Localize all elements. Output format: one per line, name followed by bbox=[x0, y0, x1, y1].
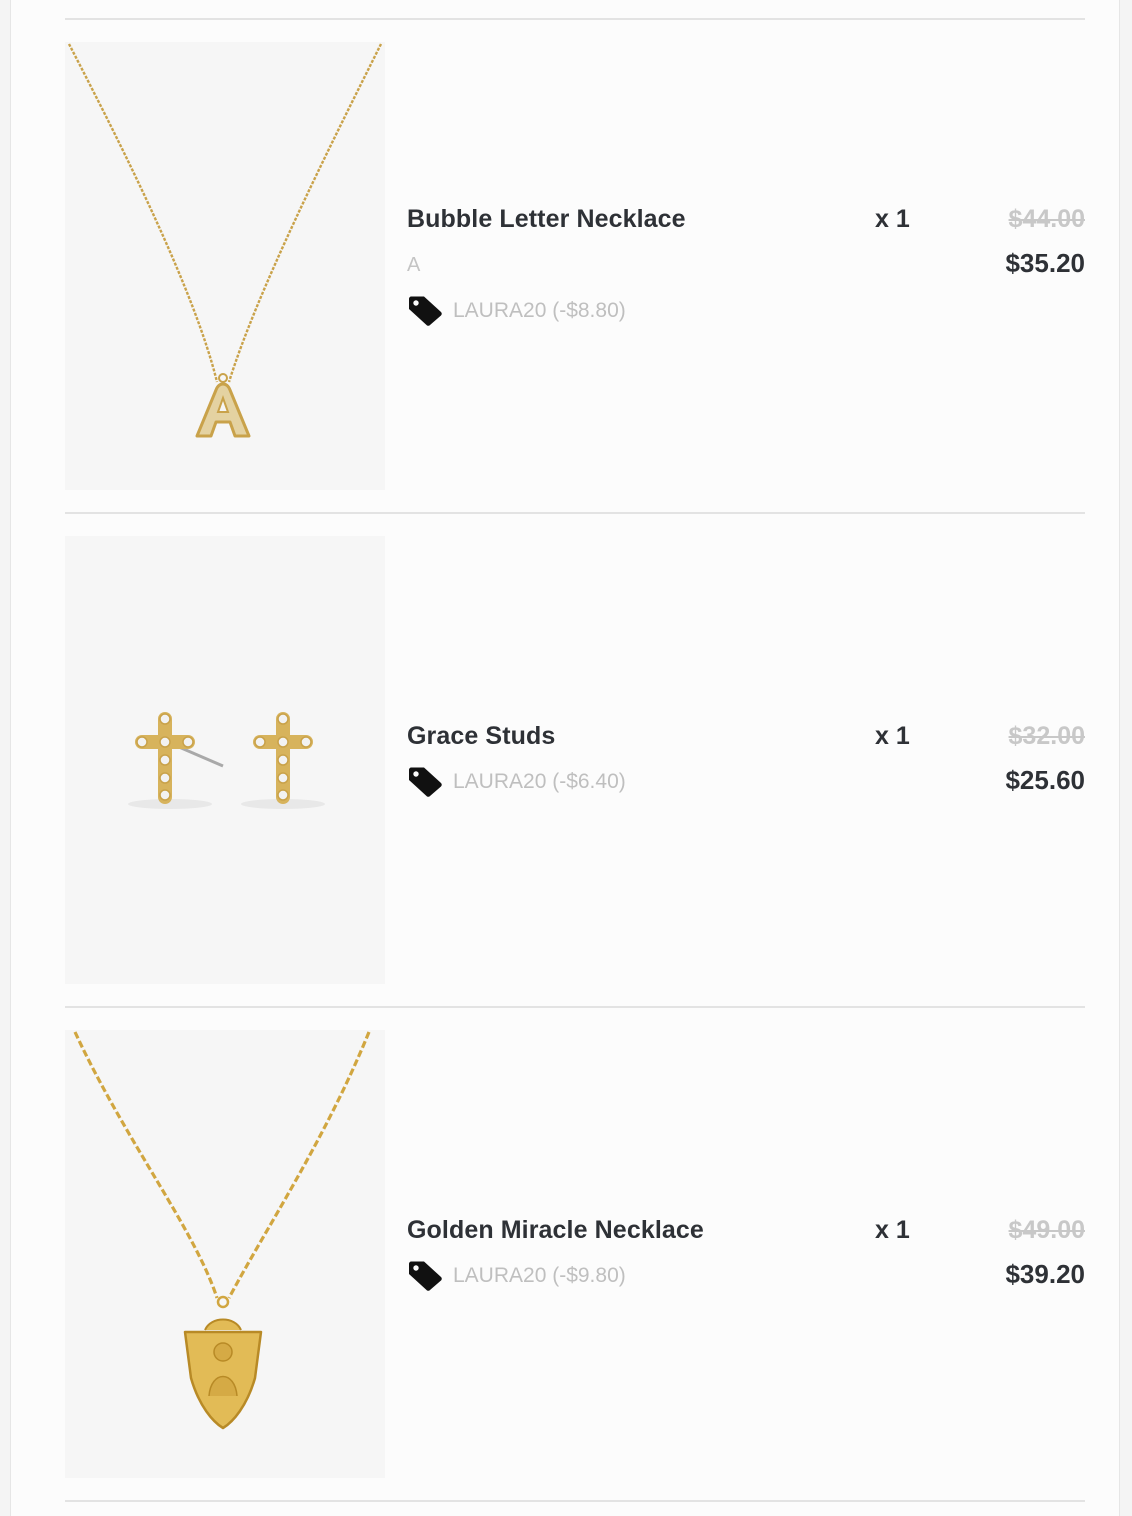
bubble-letter-necklace-image bbox=[67, 43, 383, 438]
divider bbox=[65, 1500, 1085, 1502]
discount-row: LAURA20 (-$8.80) bbox=[407, 295, 626, 327]
discount-code: LAURA20 (-$9.80) bbox=[453, 1264, 626, 1287]
discounted-price: $39.20 bbox=[1005, 1259, 1085, 1289]
original-price: $49.00 bbox=[1008, 1216, 1085, 1244]
golden-miracle-necklace-image bbox=[73, 1031, 371, 1430]
original-price: $44.00 bbox=[1008, 205, 1085, 233]
product-image[interactable] bbox=[65, 536, 385, 984]
product-image[interactable] bbox=[65, 42, 385, 490]
cart-item: Bubble Letter Necklace A LAURA20 (-$8.80… bbox=[65, 42, 1085, 490]
product-name[interactable]: Golden Miracle Necklace bbox=[407, 1216, 704, 1245]
divider bbox=[65, 512, 1085, 514]
cart-item: Golden Miracle Necklace LAURA20 (-$9.80)… bbox=[65, 1030, 1085, 1478]
tag-icon bbox=[407, 1260, 443, 1292]
tag-icon bbox=[407, 295, 443, 327]
original-price: $32.00 bbox=[1008, 722, 1085, 750]
quantity: x 1 bbox=[875, 205, 910, 233]
divider bbox=[65, 18, 1085, 20]
cart-panel: Bubble Letter Necklace A LAURA20 (-$8.80… bbox=[10, 0, 1120, 1516]
discount-row: LAURA20 (-$9.80) bbox=[407, 1260, 626, 1292]
quantity: x 1 bbox=[875, 722, 910, 750]
discounted-price: $25.60 bbox=[1005, 765, 1085, 795]
discount-code: LAURA20 (-$6.40) bbox=[453, 770, 626, 793]
product-name[interactable]: Grace Studs bbox=[407, 722, 555, 751]
discounted-price: $35.20 bbox=[1005, 248, 1085, 278]
cart-item: Grace Studs LAURA20 (-$6.40) x 1 $32.00 … bbox=[65, 536, 1085, 984]
quantity: x 1 bbox=[875, 1216, 910, 1244]
product-name[interactable]: Bubble Letter Necklace bbox=[407, 205, 686, 234]
product-image[interactable] bbox=[65, 1030, 385, 1478]
discount-row: LAURA20 (-$6.40) bbox=[407, 766, 626, 798]
tag-icon bbox=[407, 766, 443, 798]
grace-studs-image bbox=[128, 712, 325, 809]
product-variant: A bbox=[407, 254, 421, 276]
divider bbox=[65, 1006, 1085, 1008]
discount-code: LAURA20 (-$8.80) bbox=[453, 299, 626, 322]
